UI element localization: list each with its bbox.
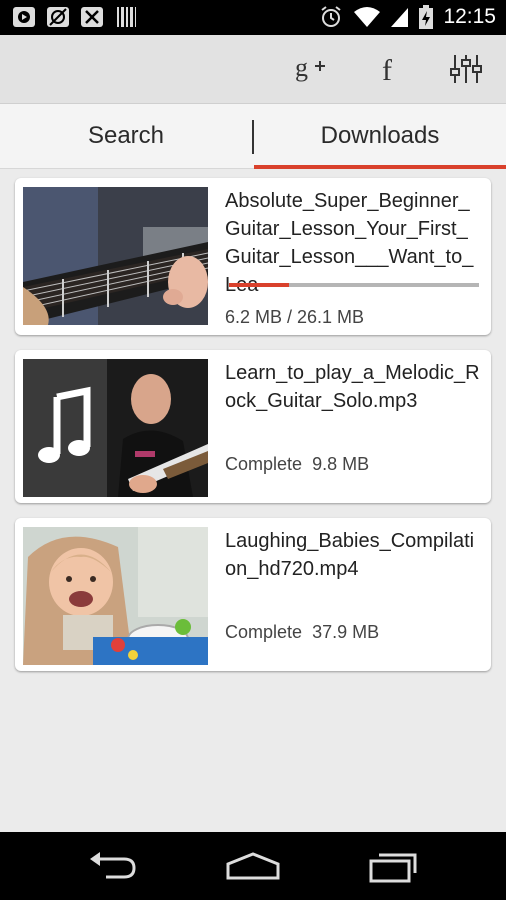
home-button[interactable] <box>223 846 283 886</box>
guitar-lesson-thumbnail <box>23 187 208 325</box>
tab-bar: Search Downloads <box>0 104 506 169</box>
wifi-icon <box>354 7 381 27</box>
tab-selected-indicator <box>254 165 506 169</box>
home-icon <box>226 852 280 880</box>
facebook-icon: f <box>382 54 392 86</box>
navigation-bar <box>0 832 506 900</box>
download-meta: Complete 9.8 MB <box>225 454 369 475</box>
list-item[interactable]: Absolute_Super_Beginner_Guitar_Lesson_Yo… <box>15 178 491 335</box>
list-item[interactable]: Learn_to_play_a_Melodic_Rock_Guitar_Solo… <box>15 350 491 503</box>
recent-apps-button[interactable] <box>364 846 424 886</box>
download-size: 37.9 MB <box>312 622 380 642</box>
status-bar: 12:15 <box>0 0 506 35</box>
download-status: 6.2 MB / 26.1 MB <box>225 307 365 327</box>
tab-downloads[interactable]: Downloads <box>254 104 506 168</box>
google-plus-button[interactable]: g <box>290 49 330 89</box>
music-note-guitarist-thumbnail <box>23 359 208 497</box>
facebook-button[interactable]: f <box>368 49 408 89</box>
recent-apps-icon <box>369 853 417 883</box>
svg-text:g: g <box>295 53 308 82</box>
download-title: Learn_to_play_a_Melodic_Rock_Guitar_Solo… <box>225 362 480 412</box>
download-status: Complete <box>225 622 303 642</box>
download-size: 9.8 MB <box>312 454 370 474</box>
action-bar: g f <box>0 35 506 104</box>
tab-search[interactable]: Search <box>0 104 252 168</box>
download-progress-bar <box>229 283 479 287</box>
alarm-icon <box>321 6 342 27</box>
download-title: Laughing_Babies_Compilation_hd720.mp4 <box>225 530 475 580</box>
download-progress-fill <box>229 283 289 287</box>
list-item[interactable]: Laughing_Babies_Compilation_hd720.mp4 Co… <box>15 518 491 671</box>
clock: 12:15 <box>443 5 496 28</box>
svg-text:f: f <box>382 54 392 86</box>
no-sim-icon <box>47 7 69 27</box>
settings-button[interactable] <box>446 49 486 89</box>
google-plus-icon: g <box>295 53 325 82</box>
download-status: Complete <box>225 454 303 474</box>
back-icon <box>90 852 136 879</box>
notification-icons <box>12 6 138 28</box>
back-button[interactable] <box>82 846 142 886</box>
battery-charging-icon <box>419 5 434 29</box>
download-meta: Complete 37.9 MB <box>225 622 379 643</box>
laughing-baby-thumbnail <box>23 527 208 665</box>
sliders-icon <box>450 55 482 83</box>
sd-card-error-icon <box>81 7 103 27</box>
play-notification-icon <box>13 7 35 27</box>
cell-signal-icon <box>391 8 409 27</box>
barcode-icon <box>117 7 136 27</box>
